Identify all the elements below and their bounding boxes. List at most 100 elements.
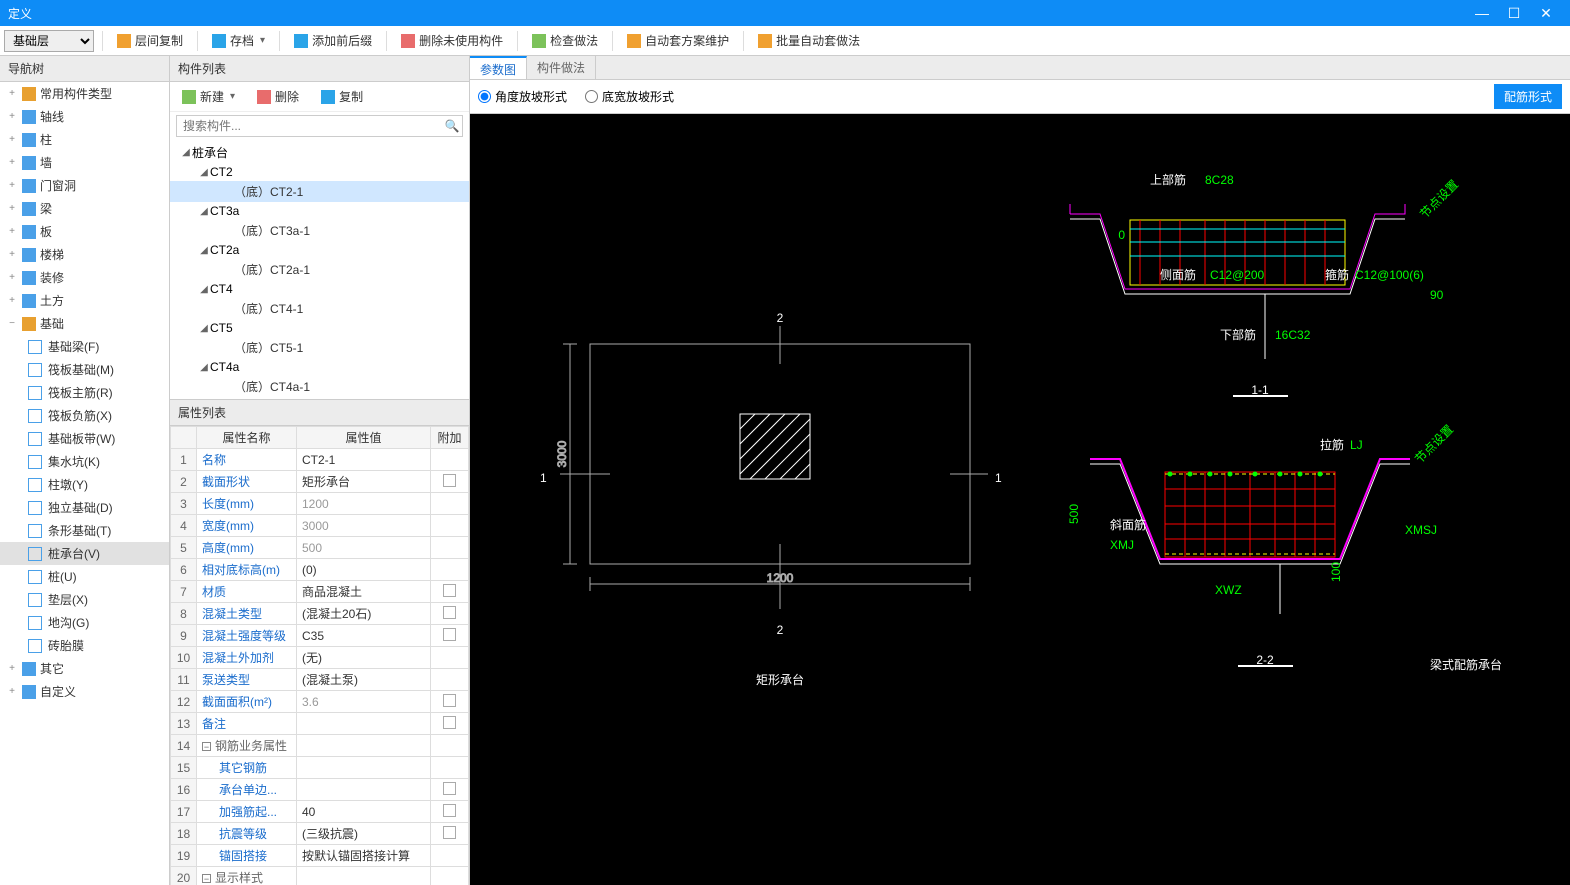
prop-add[interactable] (431, 757, 469, 779)
prop-add[interactable] (431, 449, 469, 471)
property-row[interactable]: 5 高度(mm) 500 (171, 537, 469, 559)
checkbox[interactable] (443, 716, 456, 729)
tree-item[interactable]: ◢CT3a (170, 202, 469, 220)
prop-add[interactable] (431, 493, 469, 515)
nav-group[interactable]: +土方 (0, 289, 169, 312)
search-box[interactable]: 🔍 (176, 115, 463, 137)
prop-value[interactable]: 500 (297, 537, 431, 559)
prop-value[interactable]: 1200 (297, 493, 431, 515)
prop-add[interactable] (431, 471, 469, 493)
tree-item[interactable]: （底）CT4a-1 (170, 376, 469, 397)
prop-value[interactable]: CT2-1 (297, 449, 431, 471)
property-row[interactable]: 16 承台单边... (171, 779, 469, 801)
checkbox[interactable] (443, 628, 456, 641)
prop-add[interactable] (431, 669, 469, 691)
property-row[interactable]: 15 其它钢筋 (171, 757, 469, 779)
tree-item[interactable]: （底）CT4-1 (170, 298, 469, 319)
checkbox[interactable] (443, 606, 456, 619)
prop-add[interactable] (431, 691, 469, 713)
prop-value[interactable]: 按默认锚固搭接计算 (297, 845, 431, 867)
prop-add[interactable] (431, 735, 469, 757)
nav-child[interactable]: 集水坑(K) (0, 450, 169, 473)
floor-selector[interactable]: 基础层 (4, 30, 94, 52)
component-tree[interactable]: ◢桩承台◢CT2（底）CT2-1◢CT3a（底）CT3a-1◢CT2a（底）CT… (170, 140, 469, 399)
diagram-canvas[interactable]: 1200 3000 2 2 1 1 矩 (470, 114, 1570, 885)
nav-group[interactable]: +轴线 (0, 105, 169, 128)
new-button[interactable]: 新建▾ (176, 86, 241, 107)
nav-group[interactable]: +自定义 (0, 680, 169, 703)
property-row[interactable]: 6 相对底标高(m) (0) (171, 559, 469, 581)
nav-group[interactable]: +装修 (0, 266, 169, 289)
prop-value[interactable]: (0) (297, 559, 431, 581)
nav-group[interactable]: +板 (0, 220, 169, 243)
nav-child[interactable]: 条形基础(T) (0, 519, 169, 542)
search-input[interactable] (177, 116, 442, 136)
nav-child[interactable]: 基础板带(W) (0, 427, 169, 450)
prop-add[interactable] (431, 581, 469, 603)
property-row[interactable]: 13 备注 (171, 713, 469, 735)
tree-item[interactable]: ◢CT2a (170, 241, 469, 259)
prop-value[interactable]: (无) (297, 647, 431, 669)
prop-add[interactable] (431, 537, 469, 559)
nav-group[interactable]: +其它 (0, 657, 169, 680)
prop-value[interactable]: 商品混凝土 (297, 581, 431, 603)
prop-value[interactable]: (混凝土20石) (297, 603, 431, 625)
property-row[interactable]: 2 截面形状 矩形承台 (171, 471, 469, 493)
tab-method[interactable]: 构件做法 (527, 56, 596, 79)
nav-child[interactable]: 桩承台(V) (0, 542, 169, 565)
nav-child[interactable]: 基础梁(F) (0, 335, 169, 358)
check-button[interactable]: 检查做法 (526, 30, 604, 51)
property-row[interactable]: 7 材质 商品混凝土 (171, 581, 469, 603)
prop-value[interactable]: 3.6 (297, 691, 431, 713)
prop-add[interactable] (431, 867, 469, 885)
prop-add[interactable] (431, 647, 469, 669)
nav-group[interactable]: +楼梯 (0, 243, 169, 266)
tree-item[interactable]: （底）CT5-1 (170, 337, 469, 358)
prop-value[interactable]: 3000 (297, 515, 431, 537)
maximize-button[interactable]: ☐ (1498, 5, 1530, 22)
minimize-button[interactable]: — (1466, 5, 1498, 21)
nav-child[interactable]: 筏板主筋(R) (0, 381, 169, 404)
nav-child[interactable]: 垫层(X) (0, 588, 169, 611)
prop-value[interactable] (297, 735, 431, 757)
nav-group[interactable]: +柱 (0, 128, 169, 151)
nav-group[interactable]: +门窗洞 (0, 174, 169, 197)
property-row[interactable]: 17 加强筋起... 40 (171, 801, 469, 823)
prop-add[interactable] (431, 713, 469, 735)
delete-button[interactable]: 删除 (251, 86, 305, 107)
prop-add[interactable] (431, 779, 469, 801)
save-button[interactable]: 存档▾ (206, 30, 271, 51)
copy-floor-button[interactable]: 层间复制 (111, 30, 189, 51)
tree-item[interactable]: ◢CT4a (170, 358, 469, 376)
rebar-style-button[interactable]: 配筋形式 (1494, 84, 1562, 109)
checkbox[interactable] (443, 826, 456, 839)
nav-child[interactable]: 砖胎膜 (0, 634, 169, 657)
property-row[interactable]: 18 抗震等级 (三级抗震) (171, 823, 469, 845)
nav-child[interactable]: 筏板基础(M) (0, 358, 169, 381)
prop-value[interactable]: C35 (297, 625, 431, 647)
close-button[interactable]: ✕ (1530, 5, 1562, 22)
batch-auto-button[interactable]: 批量自动套做法 (752, 30, 866, 51)
nav-child[interactable]: 筏板负筋(X) (0, 404, 169, 427)
checkbox[interactable] (443, 584, 456, 597)
tree-item[interactable]: ◢CT2 (170, 163, 469, 181)
tree-item[interactable]: ◢CT4 (170, 280, 469, 298)
prop-value[interactable]: 矩形承台 (297, 471, 431, 493)
nav-group[interactable]: +常用构件类型 (0, 82, 169, 105)
prop-value[interactable] (297, 779, 431, 801)
checkbox[interactable] (443, 782, 456, 795)
nav-child[interactable]: 独立基础(D) (0, 496, 169, 519)
prop-add[interactable] (431, 823, 469, 845)
property-row[interactable]: 14 −钢筋业务属性 (171, 735, 469, 757)
radio-width[interactable]: 底宽放坡形式 (585, 88, 674, 105)
tree-item[interactable]: （底）CT2-1 (170, 181, 469, 202)
search-icon[interactable]: 🔍 (442, 119, 462, 133)
property-row[interactable]: 8 混凝土类型 (混凝土20石) (171, 603, 469, 625)
checkbox[interactable] (443, 694, 456, 707)
prop-value[interactable]: 40 (297, 801, 431, 823)
prop-add[interactable] (431, 845, 469, 867)
property-table[interactable]: 属性名称 属性值 附加 1 名称 CT2-1 2 截面形状 矩形承台 3 长度(… (170, 426, 469, 885)
prop-value[interactable] (297, 867, 431, 885)
tree-item[interactable]: （底）CT2a-1 (170, 259, 469, 280)
auto-plan-button[interactable]: 自动套方案维护 (621, 30, 735, 51)
